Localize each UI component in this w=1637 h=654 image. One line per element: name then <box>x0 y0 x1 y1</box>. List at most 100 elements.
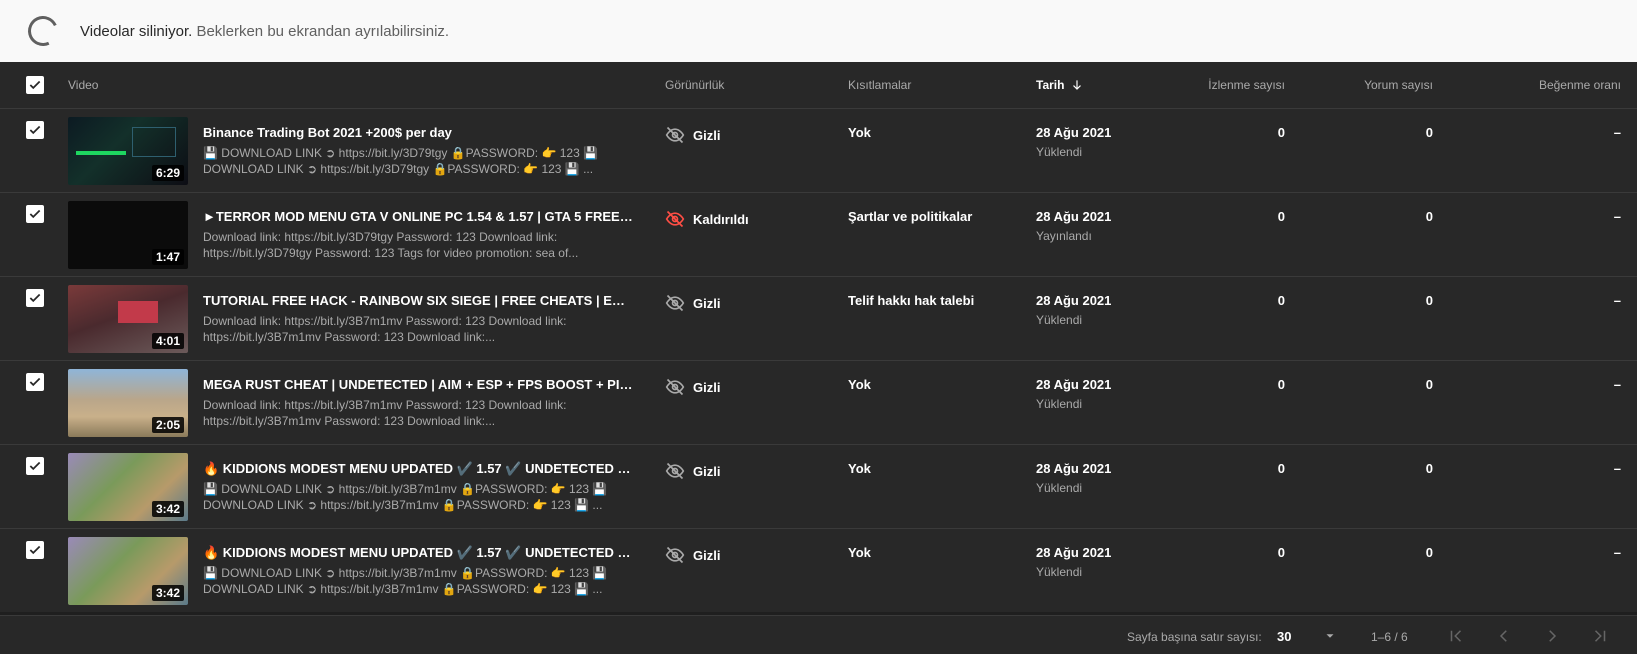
visibility-status[interactable]: Gizli <box>665 545 720 565</box>
thumbnail-wall-shape <box>118 301 158 323</box>
check-icon <box>29 125 41 135</box>
thumbnail-chart-frame <box>132 127 176 157</box>
restriction-label[interactable]: Yok <box>848 545 871 560</box>
likes-ratio: – <box>1613 545 1621 560</box>
video-title[interactable]: ►TERROR MOD MENU GTA V ONLINE PC 1.54 & … <box>203 209 633 224</box>
video-thumbnail[interactable]: 3:42 <box>68 453 188 521</box>
header-visibility[interactable]: Görünürlük <box>665 78 724 92</box>
last-page-icon[interactable] <box>1590 626 1610 646</box>
eye-off-icon <box>665 546 685 564</box>
visibility-status[interactable]: Gizli <box>665 293 720 313</box>
date-label: 28 Ağu 2021 <box>1036 461 1112 476</box>
table-row[interactable]: 3:42 🔥 KIDDIONS MODEST MENU UPDATED ✔️ 1… <box>0 528 1637 612</box>
video-title[interactable]: TUTORIAL FREE HACK - RAINBOW SIX SIEGE |… <box>203 293 633 308</box>
eye-off-icon <box>665 462 685 480</box>
restriction-label[interactable]: Yok <box>848 461 871 476</box>
table-row[interactable]: 4:01 TUTORIAL FREE HACK - RAINBOW SIX SI… <box>0 276 1637 360</box>
header-date[interactable]: Tarih <box>1036 78 1084 92</box>
table-row[interactable]: 3:42 🔥 KIDDIONS MODEST MENU UPDATED ✔️ 1… <box>0 444 1637 528</box>
check-icon <box>29 377 41 387</box>
video-title[interactable]: 🔥 KIDDIONS MODEST MENU UPDATED ✔️ 1.57 ✔… <box>203 545 633 561</box>
header-restrictions[interactable]: Kısıtlamalar <box>848 78 911 92</box>
video-table: Video Görünürlük Kısıtlamalar Tarih İzle… <box>0 62 1637 612</box>
row-checkbox[interactable] <box>26 121 44 139</box>
views-count: 0 <box>1277 125 1285 140</box>
upload-status: Yayınlandı <box>1036 229 1092 243</box>
header-comments[interactable]: Yorum sayısı <box>1364 78 1433 92</box>
video-thumbnail[interactable]: 6:29 <box>68 117 188 185</box>
comments-count: 0 <box>1425 293 1433 308</box>
table-row[interactable]: 6:29 Binance Trading Bot 2021 +200$ per … <box>0 108 1637 192</box>
video-description: 💾 DOWNLOAD LINK ➲ https://bit.ly/3B7m1mv… <box>203 482 608 512</box>
video-thumbnail[interactable]: 4:01 <box>68 285 188 353</box>
table-row[interactable]: 1:47 ►TERROR MOD MENU GTA V ONLINE PC 1.… <box>0 192 1637 276</box>
date-label: 28 Ağu 2021 <box>1036 125 1112 140</box>
comments-count: 0 <box>1425 461 1433 476</box>
select-all-checkbox[interactable] <box>26 76 44 94</box>
restriction-label[interactable]: Yok <box>848 125 871 140</box>
video-title[interactable]: MEGA RUST CHEAT | UNDETECTED | AIM + ESP… <box>203 377 633 392</box>
video-duration: 1:47 <box>151 249 184 265</box>
visibility-status[interactable]: Gizli <box>665 377 720 397</box>
restriction-label[interactable]: Telif hakkı hak talebi <box>848 293 974 308</box>
rows-per-page-value[interactable]: 30 <box>1277 629 1291 644</box>
video-title[interactable]: Binance Trading Bot 2021 +200$ per day <box>203 125 633 140</box>
header-video[interactable]: Video <box>68 78 98 92</box>
comments-count: 0 <box>1425 209 1433 224</box>
date-label: 28 Ağu 2021 <box>1036 377 1112 392</box>
video-thumbnail[interactable]: 3:42 <box>68 537 188 605</box>
restriction-label[interactable]: Şartlar ve politikalar <box>848 209 972 224</box>
row-checkbox[interactable] <box>26 205 44 223</box>
comments-count: 0 <box>1425 377 1433 392</box>
video-description: Download link: https://bit.ly/3D79tgy Pa… <box>203 230 579 260</box>
row-checkbox[interactable] <box>26 541 44 559</box>
likes-ratio: – <box>1613 293 1621 308</box>
views-count: 0 <box>1277 209 1285 224</box>
chevron-down-icon[interactable] <box>1320 626 1340 646</box>
views-count: 0 <box>1277 545 1285 560</box>
video-duration: 2:05 <box>151 417 184 433</box>
date-label: 28 Ağu 2021 <box>1036 545 1112 560</box>
row-checkbox[interactable] <box>26 289 44 307</box>
visibility-status[interactable]: Gizli <box>665 125 720 145</box>
check-icon <box>29 80 41 90</box>
video-duration: 4:01 <box>151 333 184 349</box>
visibility-label: Gizli <box>693 295 721 311</box>
rows-per-page-label: Sayfa başına satır sayısı: <box>1127 630 1262 644</box>
previous-page-icon[interactable] <box>1494 626 1514 646</box>
upload-status: Yüklendi <box>1036 145 1083 159</box>
upload-status: Yüklendi <box>1036 397 1083 411</box>
row-checkbox[interactable] <box>26 373 44 391</box>
restriction-label[interactable]: Yok <box>848 377 871 392</box>
likes-ratio: – <box>1613 125 1621 140</box>
visibility-label: Gizli <box>693 379 721 395</box>
table-row[interactable]: 2:05 MEGA RUST CHEAT | UNDETECTED | AIM … <box>0 360 1637 444</box>
comments-count: 0 <box>1425 545 1433 560</box>
banner-title: Videolar siliniyor. <box>80 22 193 40</box>
eye-off-icon <box>665 294 685 312</box>
next-page-icon[interactable] <box>1542 626 1562 646</box>
eye-off-icon <box>665 126 685 144</box>
upload-status: Yüklendi <box>1036 565 1083 579</box>
likes-ratio: – <box>1613 461 1621 476</box>
first-page-icon[interactable] <box>1446 626 1466 646</box>
video-title[interactable]: 🔥 KIDDIONS MODEST MENU UPDATED ✔️ 1.57 ✔… <box>203 461 633 477</box>
deletion-banner: Videolar siliniyor. Beklerken bu ekranda… <box>0 0 1637 62</box>
video-duration: 3:42 <box>151 585 184 601</box>
video-thumbnail[interactable]: 2:05 <box>68 369 188 437</box>
upload-status: Yüklendi <box>1036 313 1083 327</box>
header-likes[interactable]: Beğenme oranı <box>1539 78 1621 92</box>
date-label: 28 Ağu 2021 <box>1036 209 1112 224</box>
pagination-bar: Sayfa başına satır sayısı: 30 1–6 / 6 <box>0 615 1637 654</box>
eye-off-icon <box>665 210 685 228</box>
video-thumbnail[interactable]: 1:47 <box>68 201 188 269</box>
row-checkbox[interactable] <box>26 457 44 475</box>
upload-status: Yüklendi <box>1036 481 1083 495</box>
header-views[interactable]: İzlenme sayısı <box>1208 78 1285 92</box>
visibility-status[interactable]: Kaldırıldı <box>665 209 749 229</box>
views-count: 0 <box>1277 377 1285 392</box>
check-icon <box>29 293 41 303</box>
visibility-status[interactable]: Gizli <box>665 461 720 481</box>
video-duration: 3:42 <box>151 501 184 517</box>
video-description: 💾 DOWNLOAD LINK ➲ https://bit.ly/3B7m1mv… <box>203 566 608 596</box>
